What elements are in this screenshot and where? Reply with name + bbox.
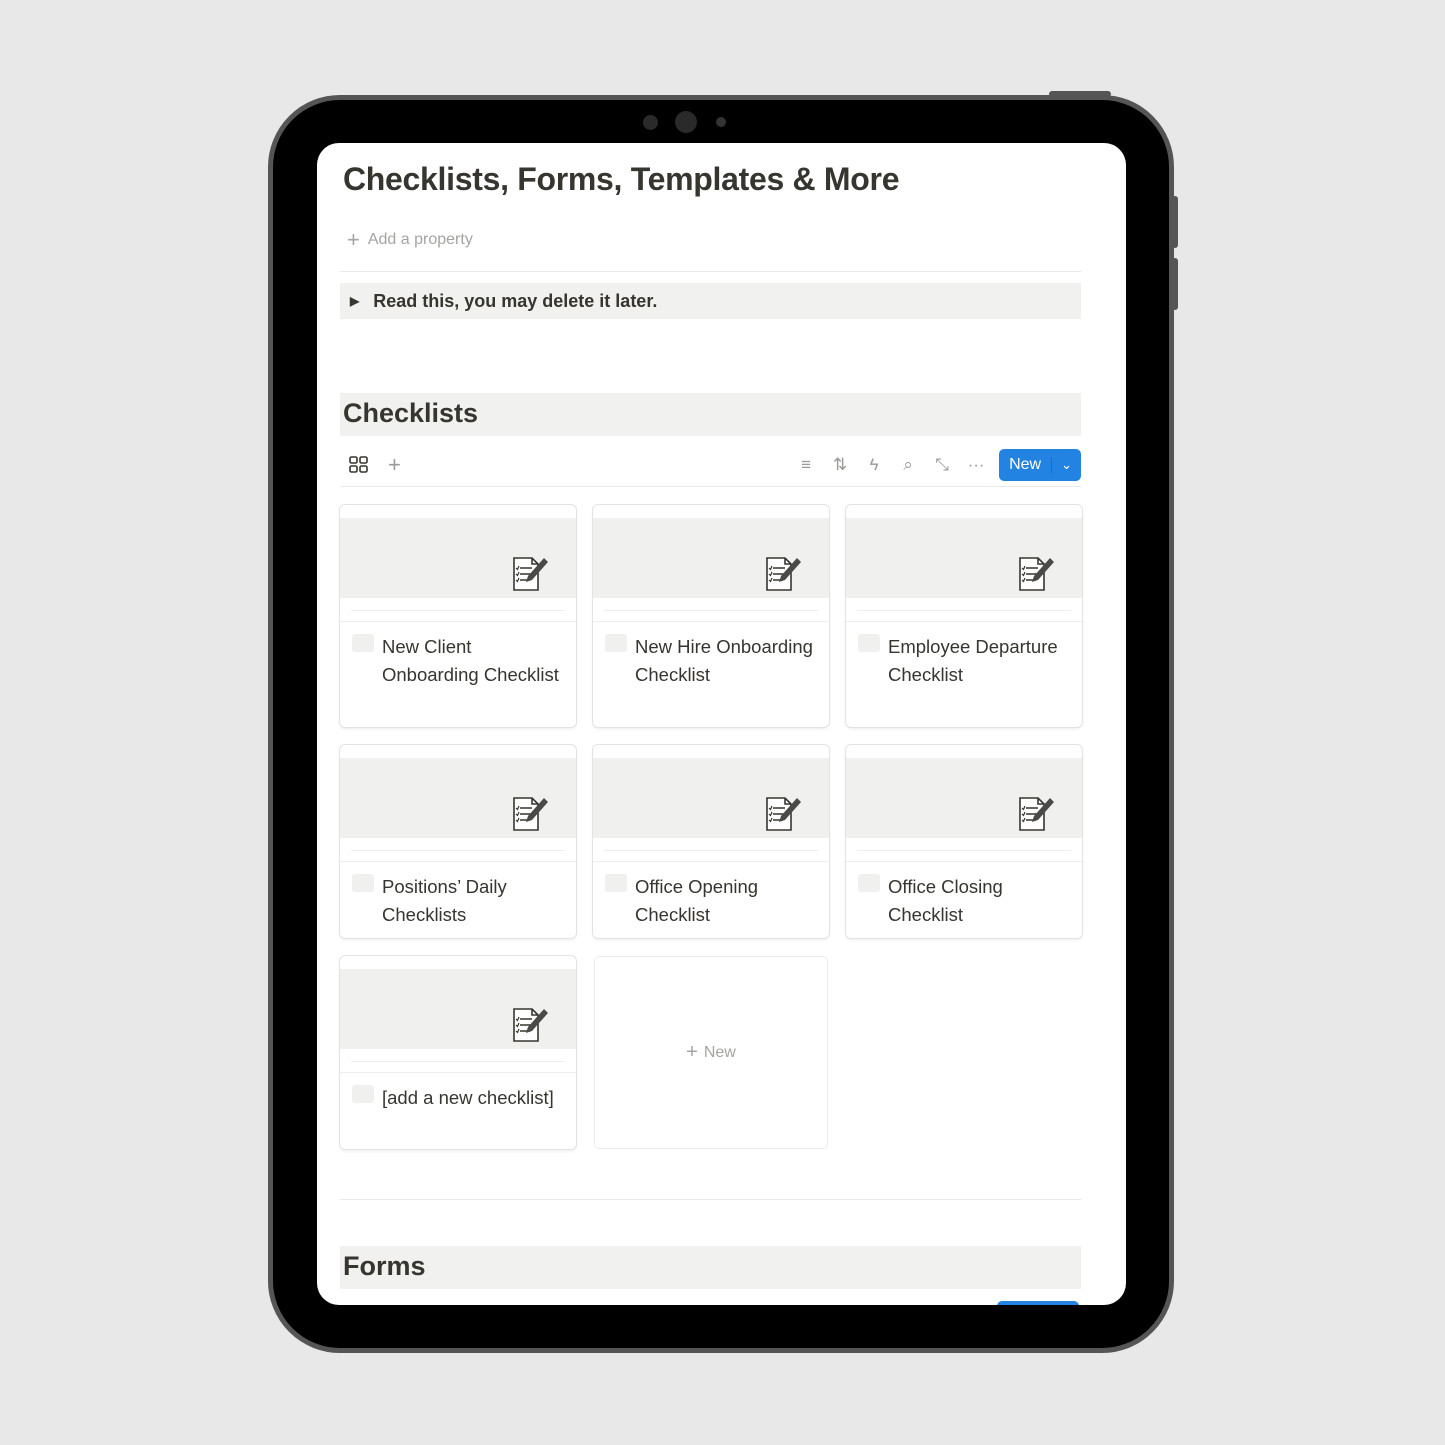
checklist-pencil-icon: [510, 1005, 550, 1045]
chevron-down-icon[interactable]: ⌄: [1051, 457, 1081, 473]
more-icon[interactable]: ···: [959, 455, 993, 475]
card-cover: [593, 758, 829, 850]
divider: [340, 621, 576, 622]
top-button: [1049, 91, 1111, 97]
forms-heading: Forms: [340, 1246, 1081, 1289]
page-icon: [352, 634, 374, 652]
expand-icon[interactable]: ⤡: [925, 455, 959, 475]
checklist-card[interactable]: Employee Departure Checklist: [846, 505, 1082, 727]
toggle-block[interactable]: ▶ Read this, you may delete it later.: [340, 283, 1081, 319]
checklist-pencil-icon: [510, 794, 550, 834]
page-icon: [605, 634, 627, 652]
volume-up-button: [1172, 196, 1178, 248]
toggle-text: Read this, you may delete it later.: [373, 290, 658, 311]
page-icon: [352, 1085, 374, 1103]
new-button-label: New: [1009, 456, 1042, 473]
gallery-view-icon[interactable]: [348, 456, 370, 474]
checklist-card[interactable]: Office Closing Checklist: [846, 745, 1082, 938]
card-cover: [846, 518, 1082, 610]
search-icon[interactable]: ⌕: [891, 455, 925, 475]
database-toolbar: + ≡ ⇅ ϟ ⌕ ⤡ ··· New ⌄: [340, 447, 1081, 483]
light-sensor-icon: [716, 117, 726, 127]
page-icon: [605, 874, 627, 892]
card-title: Office Opening Checklist: [635, 876, 759, 925]
divider: [340, 486, 1081, 487]
checklist-card[interactable]: Positions’ Daily Checklists: [340, 745, 576, 938]
divider: [593, 621, 829, 622]
sensor-icon: [643, 115, 658, 130]
divider: [846, 621, 1082, 622]
add-view-icon[interactable]: +: [388, 452, 401, 478]
plus-icon: +: [686, 1041, 698, 1063]
filter-icon[interactable]: ≡: [789, 455, 823, 475]
new-button[interactable]: New ⌄: [999, 449, 1081, 481]
divider: [846, 861, 1082, 862]
card-title: Positions’ Daily Checklists: [382, 876, 507, 925]
divider: [593, 861, 829, 862]
page-icon: [858, 874, 880, 892]
checklist-card[interactable]: New Hire Onboarding Checklist: [593, 505, 829, 727]
card-title: Office Closing Checklist: [888, 876, 1003, 925]
page-icon: [858, 634, 880, 652]
page-icon: [352, 874, 374, 892]
divider: [340, 271, 1081, 272]
divider: [340, 1199, 1081, 1200]
checklists-heading: Checklists: [340, 393, 1081, 436]
checklist-card[interactable]: New Client Onboarding Checklist: [340, 505, 576, 727]
card-title: Employee Departure Checklist: [888, 636, 1058, 685]
lightning-icon[interactable]: ϟ: [857, 455, 891, 475]
card-title: [add a new checklist]: [382, 1087, 554, 1108]
add-property-button[interactable]: + Add a property: [347, 227, 473, 253]
checklist-pencil-icon: [1016, 794, 1056, 834]
card-cover: [340, 518, 576, 610]
volume-down-button: [1172, 258, 1178, 310]
checklist-pencil-icon: [763, 554, 803, 594]
add-property-label: Add a property: [367, 231, 473, 248]
checklist-pencil-icon: [763, 794, 803, 834]
triangle-right-icon: ▶: [350, 294, 360, 308]
divider: [340, 1072, 576, 1073]
screen: Checklists, Forms, Templates & More + Add…: [317, 143, 1126, 1305]
card-cover: [340, 969, 576, 1061]
sort-icon[interactable]: ⇅: [823, 455, 857, 475]
card-title: New Hire Onboarding Checklist: [635, 636, 813, 685]
camera-icon: [675, 111, 697, 133]
card-cover: [340, 758, 576, 850]
new-card-label: New: [703, 1043, 736, 1061]
checklist-pencil-icon: [510, 554, 550, 594]
checklist-card[interactable]: [add a new checklist]: [340, 956, 576, 1149]
card-cover: [846, 758, 1082, 850]
card-title: New Client Onboarding Checklist: [382, 636, 559, 685]
forms-new-button[interactable]: [997, 1301, 1079, 1305]
divider: [340, 861, 576, 862]
card-cover: [593, 518, 829, 610]
plus-icon: +: [347, 227, 360, 252]
new-card-button[interactable]: + New: [594, 956, 828, 1149]
checklist-card[interactable]: Office Opening Checklist: [593, 745, 829, 938]
page-title: Checklists, Forms, Templates & More: [343, 161, 900, 197]
checklist-pencil-icon: [1016, 554, 1056, 594]
